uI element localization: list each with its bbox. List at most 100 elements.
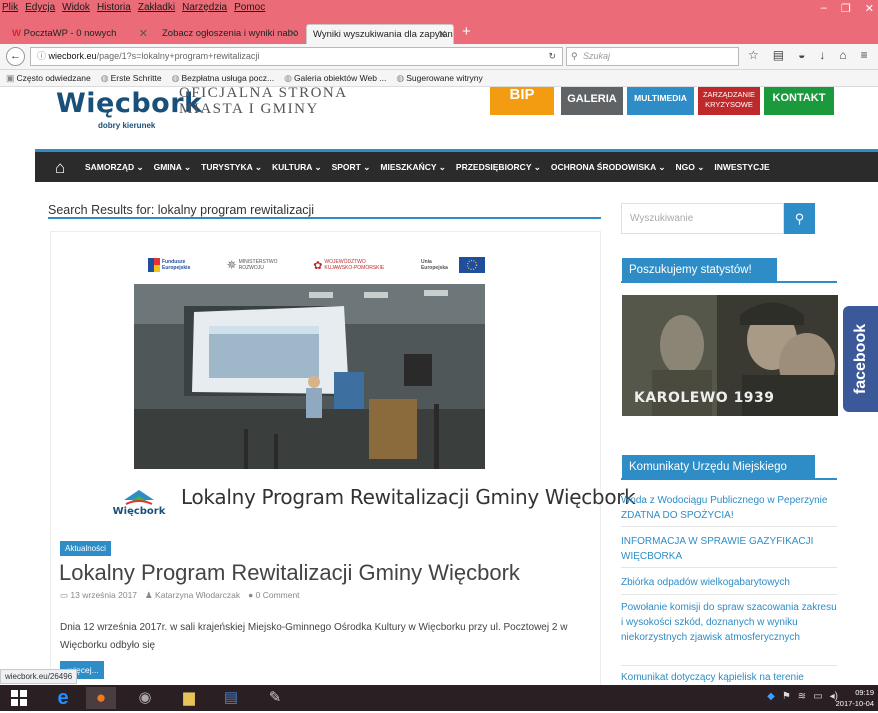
post-date[interactable]: ▭ 13 września 2017 [60,590,137,601]
menu-pomoc[interactable]: Pomoc [234,2,265,13]
close-tab-icon[interactable]: ✕ [438,28,447,41]
network-icon[interactable]: ≋ [798,691,806,702]
minimize-icon[interactable]: – [821,2,827,15]
sidebar-search-input[interactable]: Wyszukiwanie [621,203,784,234]
url-bar[interactable]: ⓘ wiecbork.eu/page/1?s=lokalny+program+r… [30,47,563,66]
new-tab-icon[interactable]: + [462,23,471,40]
nav-samorzad[interactable]: SAMORZĄD ⌄ [85,162,144,173]
calendar-icon: ▭ [60,590,69,600]
dropbox-icon[interactable]: ◆ [767,691,775,702]
nav-kultura[interactable]: KULTURA ⌄ [272,162,322,173]
sidebar-search-button[interactable]: ⚲ [784,203,815,234]
news-item[interactable]: INFORMACJA W SPRAWIE GAZYFIKACJI WIĘCBOR… [621,534,837,568]
firefox-icon[interactable]: ● [86,687,116,709]
ue-logo: Unia Europejska [421,257,485,273]
back-icon[interactable]: ← [6,47,25,66]
reload-icon[interactable]: ↻ [548,48,556,65]
post-author[interactable]: ♟ Katarzyna Włodarczak [145,590,240,601]
wiecbork-logo: Więcbork [104,484,174,527]
post-title[interactable]: Lokalny Program Rewitalizacji Gminy Więc… [59,560,520,586]
pocket-icon[interactable]: ◒ [798,48,805,62]
internet-explorer-icon[interactable]: e [48,687,78,709]
bookmark-uslugi[interactable]: ◍ Bezpłatna usługa pocz... [172,73,274,84]
flag-icon[interactable]: ⚑ [782,691,791,702]
author-text: Katarzyna Włodarczak [155,590,241,600]
kontakt-button[interactable]: KONTAKT [764,87,834,115]
word-icon[interactable]: ▤ [216,687,246,709]
bookmark-sugerowane[interactable]: ◍ Sugerowane witryny [396,73,482,84]
nav-ochrona[interactable]: OCHRONA ŚRODOWISKA ⌄ [551,162,666,173]
menu-edycja[interactable]: Edycja [25,2,55,13]
bookmark-galeria[interactable]: ◍ Galeria obiektów Web ... [284,73,386,84]
windows-start-icon[interactable] [4,687,34,709]
home-icon[interactable]: ⌂ [55,158,65,178]
ue-text: Unia Europejska [420,259,448,271]
nav-inwestycje[interactable]: INWESTYCJE [714,162,769,173]
menu-zakladki[interactable]: Zakładki [138,2,175,13]
bip-button[interactable]: BIP [490,87,554,115]
clock[interactable]: 09:19 2017-10-04 [836,687,874,709]
reading-list-icon[interactable]: ▤ [773,48,784,62]
galeria-button[interactable]: GALERIA [561,87,623,115]
tab-poczta[interactable]: W PocztaWP - 0 nowych ✕ [6,24,154,44]
menu-plik[interactable]: Plik [2,2,18,13]
folder-icon: ▣ [6,72,15,83]
news-item[interactable]: Zbiórka odpadów wielkogabarytowych [621,575,837,595]
news-item[interactable]: Komunikat dotyczący kąpielisk na terenie [621,670,837,685]
wiecbork-logo-text: Więcbork [113,506,166,517]
menu-narzedzia[interactable]: Narzędzia [182,2,227,13]
menu-icon[interactable]: ≡ [861,48,868,62]
chevron-down-icon: ⌄ [184,162,192,172]
nav-label: MIESZKAŃCY [380,162,437,172]
maximize-icon[interactable]: ❐ [841,2,851,15]
tab-label: Zobacz ogłoszenia i wyniki nabo [162,28,299,39]
wojewodztwo-logo: ✿ WOJEWÓDZTWO KUJAWSKO-POMORSKIE [313,259,386,272]
facebook-tab[interactable]: facebook [843,306,878,412]
tab-strip: W PocztaWP - 0 nowych ✕ Zobacz ogłoszeni… [0,22,878,44]
chevron-down-icon: ⌄ [697,162,705,172]
close-tab-icon[interactable]: ✕ [139,27,148,40]
category-badge[interactable]: Aktualności [60,541,111,556]
nav-mieszkancy[interactable]: MIESZKAŃCY ⌄ [380,162,446,173]
file-explorer-icon[interactable]: ▆ [174,687,204,709]
bookmark-czesto[interactable]: ▣ Często odwiedzane [6,73,91,84]
nav-turystyka[interactable]: TURYSTYKA ⌄ [201,162,262,173]
post-comments[interactable]: ● 0 Comment [248,590,299,601]
bookmark-star-icon[interactable]: ☆ [748,48,759,62]
comments-text: 0 Comment [255,590,300,600]
battery-icon[interactable]: ▭ [813,691,822,702]
close-icon[interactable]: ✕ [865,2,874,15]
camera-app-icon[interactable]: ◉ [130,687,160,709]
menu-bar: Plik Edycja Widok Historia Zakładki Narz… [2,2,265,13]
browser-search-input[interactable]: ⚲ Szukaj [566,47,739,66]
tab-ogloszenia[interactable]: Zobacz ogłoszenia i wyniki nabo ✕ [156,24,304,44]
search-placeholder: Szukaj [583,51,611,61]
menu-widok[interactable]: Widok [62,2,90,13]
news-item[interactable]: Woda z Wodociągu Publicznego w Peperzyni… [621,493,837,527]
paint-icon[interactable]: ✎ [260,687,290,709]
sponsor-logos: Fundusze Europejskie ✵ MINISTERSTWO ROZW… [148,255,485,275]
ministerstwo-text: MINISTERSTWO ROZWOJU [238,259,278,271]
bookmark-erste[interactable]: ◍ Erste Schritte [101,73,162,84]
download-icon[interactable]: ↓ [819,48,825,62]
nav-gmina[interactable]: GMINA ⌄ [154,162,192,173]
menu-historia[interactable]: Historia [97,2,131,13]
tab-wyniki[interactable]: Wyniki wyszukiwania dla zapytan ✕ [306,24,454,44]
clock-date: 2017-10-04 [835,699,874,708]
nav-label: INWESTYCJE [714,162,770,172]
post-excerpt: Dnia 12 września 2017r. w sali krajeński… [60,622,568,651]
nav-sport[interactable]: SPORT ⌄ [332,162,371,173]
karolewo-poster[interactable]: KAROLEWO 1939 [622,295,838,416]
article-photo[interactable] [134,284,485,469]
kryzysowe-button[interactable]: ZARZĄDZANIE KRYZYSOWE [698,87,760,115]
multimedia-button[interactable]: MULTIMEDIA [627,87,694,115]
news-item[interactable]: Powołanie komisji do spraw szacowania za… [621,600,837,666]
close-tab-icon[interactable]: ✕ [289,27,298,40]
nav-ngo[interactable]: NGO ⌄ [676,162,705,173]
bookmark-label: Często odwiedzane [16,72,91,83]
url-path: /page/1?s=lokalny+program+rewitalizacji [96,51,260,61]
bookmark-label: Sugerowane witryny [406,72,483,83]
widget-komunikaty-title: Komunikaty Urzędu Miejskiego [622,455,815,479]
home-icon[interactable]: ⌂ [839,48,846,62]
nav-przedsiebiorcy[interactable]: PRZEDSIĘBIORCY ⌄ [456,162,541,173]
